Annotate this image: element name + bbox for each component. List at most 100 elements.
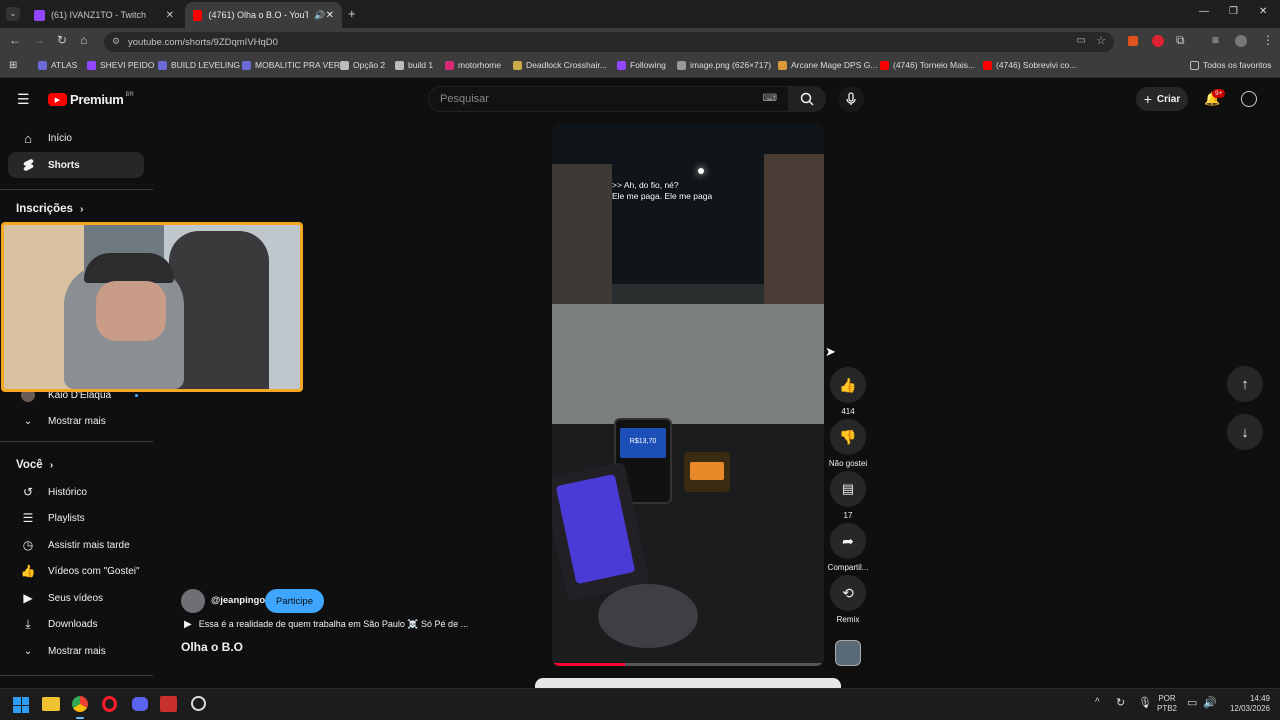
bookmark-item[interactable]: MOBALITIC PRA VER — [242, 60, 340, 70]
channel-avatar[interactable] — [181, 589, 205, 613]
keyboard-icon[interactable]: ⌨ — [763, 93, 777, 104]
like-action[interactable]: 👍 414 — [830, 367, 866, 416]
forward-icon[interactable]: → — [33, 33, 45, 47]
remix-icon: ⟲ — [842, 584, 854, 601]
apps-icon[interactable]: ⊞ — [9, 60, 17, 71]
app-icon[interactable] — [191, 696, 206, 711]
sidebar-item-liked[interactable]: 👍 Vídeos com "Gostei" — [8, 558, 144, 584]
bookmark-item[interactable]: Arcane Mage DPS G... — [778, 60, 877, 70]
tab-twitch[interactable]: (61) IVANZ1TO - Twitch ✕ — [26, 2, 182, 28]
minimize-icon[interactable]: — — [1199, 6, 1209, 17]
subscriptions-heading[interactable]: Inscrições › — [16, 203, 83, 215]
short-title: Olha o B.O — [181, 640, 244, 654]
chrome-icon[interactable] — [72, 696, 88, 712]
puzzle-icon[interactable]: ⧉ — [1176, 33, 1185, 48]
sidebar-item-downloads[interactable]: ⤓ Downloads — [8, 611, 144, 637]
restore-icon[interactable]: ❐ — [1229, 6, 1238, 17]
home-icon[interactable]: ⌂ — [80, 33, 87, 47]
comments-action[interactable]: ▤ 17 — [830, 471, 866, 520]
remix-button[interactable]: ⟲ — [830, 575, 866, 611]
bookmark-item[interactable]: Following — [617, 60, 666, 70]
you-heading[interactable]: Você › — [16, 459, 53, 471]
account-avatar[interactable] — [1241, 91, 1257, 107]
bookmark-item[interactable]: ATLAS — [38, 60, 77, 70]
join-button[interactable]: Participe — [265, 589, 324, 613]
bookmark-item[interactable]: SHEVI PEIDO — [87, 60, 154, 70]
share-icon: ➦ — [842, 532, 854, 549]
sidebar-item-shorts[interactable]: Shorts — [8, 152, 144, 178]
bookmark-item[interactable]: Opção 2 — [340, 60, 385, 70]
close-window-icon[interactable]: ✕ — [1259, 6, 1267, 17]
voice-search-button[interactable] — [838, 86, 864, 112]
tab-youtube[interactable]: (4761) Olha o B.O - YouTube 🔊 ✕ — [185, 2, 342, 28]
volume-icon[interactable]: 🔊 — [1203, 696, 1217, 709]
sidebar-item-playlists[interactable]: ☰ Playlists — [8, 505, 144, 531]
back-icon[interactable]: ← — [9, 33, 21, 47]
star-icon[interactable]: ☆ — [1096, 34, 1106, 47]
menu-icon[interactable]: ⋮ — [1262, 33, 1274, 47]
search-button[interactable] — [788, 86, 826, 112]
bookmark-item[interactable]: Deadlock Crosshair... — [513, 60, 607, 70]
sidebar-item-home[interactable]: ⌂ Início — [8, 125, 144, 151]
address-bar[interactable]: ⚙ youtube.com/shorts/9ZDqmIVHqD0 ▭ ☆ — [104, 32, 1114, 52]
show-more-subscriptions[interactable]: ⌄ Mostrar mais — [8, 408, 144, 434]
reload-icon[interactable]: ↻ — [57, 33, 67, 47]
bookmark-item[interactable]: BUILD LEVELING — [158, 60, 240, 70]
dislike-action[interactable]: 👎 Não gostei — [829, 419, 867, 468]
cast-icon[interactable]: ▭ — [1077, 35, 1086, 46]
tab-search-icon[interactable]: ⌄ — [6, 7, 20, 21]
remix-action[interactable]: ⟲ Remix — [830, 575, 866, 624]
file-explorer-icon[interactable] — [42, 697, 60, 711]
mic-icon[interactable]: 🎙 — [1138, 696, 1152, 709]
share-action[interactable]: ➦ Compartil... — [828, 523, 868, 572]
youtube-logo[interactable]: ▶ Premium BR — [48, 92, 134, 107]
new-tab-button[interactable]: + — [348, 6, 356, 21]
sidebar-item-your-videos[interactable]: ▶ Seus vídeos — [8, 585, 144, 611]
bookmark-item[interactable]: motorhome — [445, 60, 501, 70]
profile-avatar[interactable] — [1235, 35, 1247, 47]
bookmark-item[interactable]: (4746) Sobrevivi co... — [983, 60, 1076, 70]
share-button[interactable]: ➦ — [830, 523, 866, 559]
face — [96, 281, 166, 341]
previous-short-button[interactable]: ↑ — [1227, 366, 1263, 402]
short-video-player[interactable]: >> Ah, do fio, né? Ele me paga. Ele me p… — [552, 124, 824, 666]
tray-app-icon[interactable]: ↻ — [1116, 696, 1125, 709]
sidebar-item-history[interactable]: ↺ Histórico — [8, 479, 144, 505]
all-bookmarks[interactable]: Todos os favoritos — [1190, 60, 1272, 70]
speedometer — [684, 452, 730, 492]
channel-handle[interactable]: @jeanpingo — [211, 595, 265, 606]
guide-menu-icon[interactable]: ☰ — [17, 91, 30, 108]
close-tab-icon[interactable]: ✕ — [166, 10, 174, 21]
close-tab-icon[interactable]: ✕ — [326, 10, 334, 21]
bookmark-item[interactable]: (4746) Torneio Mais... — [880, 60, 975, 70]
site-info-icon[interactable]: ⚙ — [112, 36, 120, 47]
comments-button[interactable]: ▤ — [830, 471, 866, 507]
create-button[interactable]: + Criar — [1136, 87, 1188, 111]
search-input[interactable]: Pesquisar ⌨ — [428, 86, 790, 112]
next-short-button[interactable]: ↓ — [1227, 414, 1263, 450]
playlists-icon: ☰ — [22, 511, 34, 525]
network-icon[interactable]: ▭ — [1187, 696, 1197, 709]
progress-track[interactable] — [552, 663, 824, 666]
input-language[interactable]: POR PTB2 — [1157, 694, 1177, 714]
media-icon[interactable]: ≡ — [1212, 33, 1219, 47]
bookmark-item[interactable]: build 1 — [395, 60, 433, 70]
start-icon[interactable] — [13, 697, 29, 713]
extension-icon[interactable] — [1128, 36, 1138, 46]
thumbs-up-icon: 👍 — [20, 564, 36, 578]
sound-thumbnail[interactable] — [835, 640, 861, 666]
like-button[interactable]: 👍 — [830, 367, 866, 403]
extension-icon[interactable] — [1152, 35, 1164, 47]
tray-chevron-icon[interactable]: ^ — [1095, 697, 1100, 708]
clock[interactable]: 14:49 12/03/2026 — [1222, 694, 1270, 714]
speaker-icon[interactable]: 🔊 — [314, 10, 325, 21]
discord-icon[interactable] — [132, 697, 148, 711]
show-more-you[interactable]: ⌄ Mostrar mais — [8, 638, 144, 664]
bookmark-item[interactable]: image.png (626×717) — [677, 60, 771, 70]
divider — [0, 441, 153, 442]
sidebar-item-watch-later[interactable]: ◷ Assistir mais tarde — [8, 532, 144, 558]
short-description[interactable]: ▶ Essa é a realidade de quem trabalha em… — [184, 619, 468, 630]
dislike-button[interactable]: 👎 — [830, 419, 866, 455]
opera-icon[interactable] — [102, 696, 117, 712]
app-icon[interactable] — [160, 696, 177, 712]
